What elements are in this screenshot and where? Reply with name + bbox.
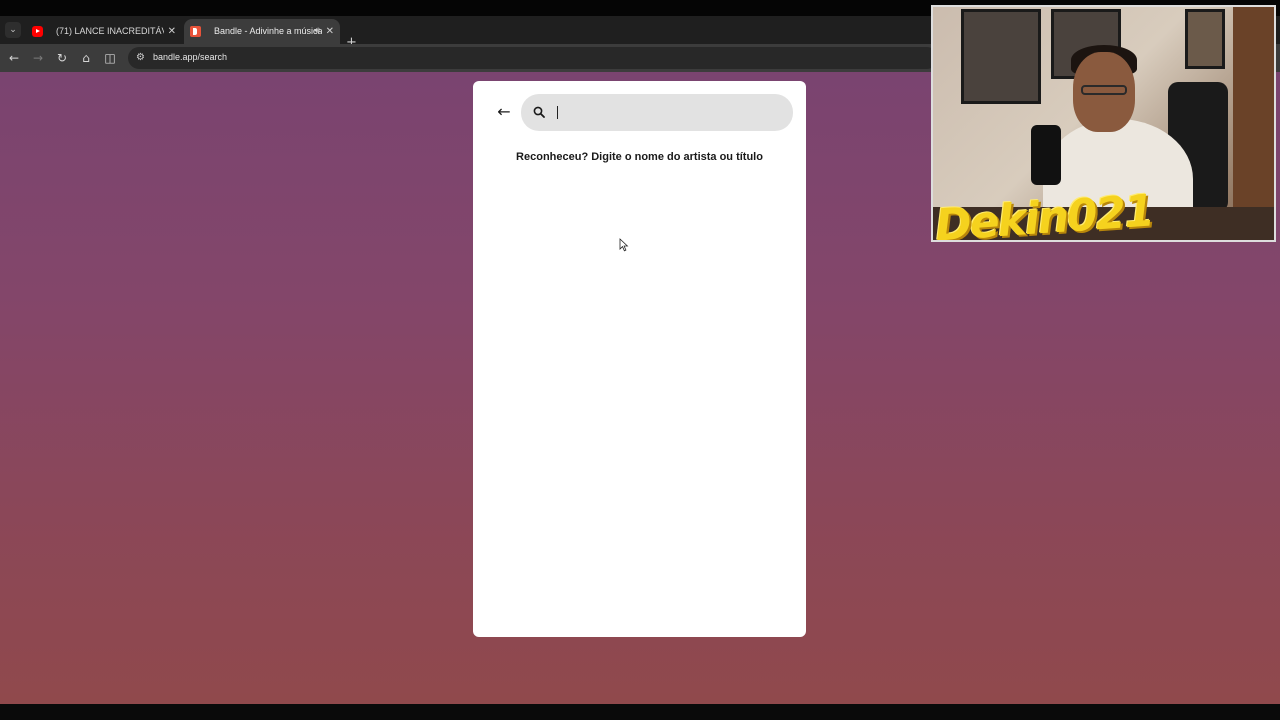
back-button[interactable]: ← bbox=[6, 50, 22, 66]
text-caret bbox=[557, 106, 558, 119]
search-bar[interactable] bbox=[521, 94, 793, 131]
tab-search-button[interactable]: ⌄ bbox=[5, 22, 21, 38]
back-arrow-icon[interactable]: ← bbox=[495, 103, 513, 121]
glasses-icon bbox=[1081, 85, 1127, 95]
home-button[interactable]: ⌂ bbox=[78, 50, 94, 66]
site-info-icon[interactable]: ⚙ bbox=[136, 52, 145, 63]
speaker-icon[interactable]: 🔊︎ bbox=[314, 19, 320, 44]
close-icon[interactable]: ✕ bbox=[168, 19, 176, 44]
microphone-icon bbox=[1031, 125, 1061, 185]
bottom-border bbox=[0, 704, 1280, 720]
wall-poster bbox=[961, 9, 1041, 104]
reload-button[interactable]: ↻ bbox=[54, 50, 70, 66]
mouse-cursor-icon bbox=[619, 238, 629, 252]
search-prompt: Reconheceu? Digite o nome do artista ou … bbox=[516, 151, 763, 163]
close-icon[interactable]: ✕ bbox=[326, 19, 334, 44]
address-bar[interactable]: ⚙ bandle.app/search bbox=[128, 47, 938, 69]
tab-label: Bandle - Adivinhe a música bbox=[214, 26, 322, 36]
youtube-icon bbox=[32, 26, 43, 37]
wall-poster bbox=[1185, 9, 1225, 69]
forward-button[interactable]: → bbox=[30, 50, 46, 66]
bandle-icon bbox=[190, 26, 201, 37]
streamer-name-tag: Dekin021 bbox=[933, 185, 1155, 242]
url-text[interactable]: bandle.app/search bbox=[153, 52, 227, 62]
webcam-overlay: Dekin021 bbox=[931, 5, 1276, 242]
side-panel-button[interactable]: ◫ bbox=[102, 50, 118, 66]
tab-bandle[interactable]: Bandle - Adivinhe a música 🔊︎ ✕ bbox=[184, 19, 340, 44]
search-input[interactable] bbox=[555, 101, 779, 124]
search-card: ← Reconheceu? Digite o nome do artista o… bbox=[473, 81, 806, 637]
search-icon bbox=[533, 106, 545, 118]
screen: ⌄ (71) LANCE INACREDITÁVEL NO ✕ Bandle -… bbox=[0, 0, 1280, 720]
tab-label: (71) LANCE INACREDITÁVEL NO bbox=[56, 26, 164, 36]
tab-youtube[interactable]: (71) LANCE INACREDITÁVEL NO ✕ bbox=[26, 19, 182, 44]
